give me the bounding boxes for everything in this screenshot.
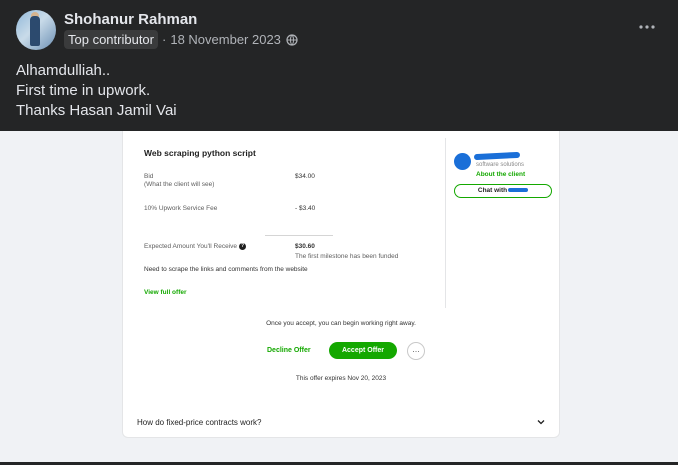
- chevron-down-icon[interactable]: [537, 418, 545, 426]
- client-avatar[interactable]: [454, 153, 471, 170]
- sidebar-divider: [445, 138, 446, 308]
- more-actions-button[interactable]: …: [407, 342, 425, 360]
- post-line: Alhamdulliah..: [16, 62, 111, 79]
- meta-separator: ·: [162, 32, 167, 47]
- more-options-icon[interactable]: [638, 18, 656, 36]
- globe-icon: [286, 33, 298, 46]
- expected-amount-row: Expected Amount You'll Receive?: [144, 243, 247, 251]
- bid-sublabel: (What the client will see): [144, 181, 215, 188]
- top-contributor-badge[interactable]: Top contributor: [64, 30, 158, 49]
- fee-label: 10% Upwork Service Fee: [144, 205, 218, 212]
- post-line: First time in upwork.: [16, 82, 151, 99]
- client-company-type: software solutions: [476, 162, 525, 168]
- start-note: Once you accept, you can begin working r…: [266, 320, 416, 327]
- view-full-offer-link[interactable]: View full offer: [144, 289, 187, 296]
- fixed-price-faq[interactable]: How do fixed-price contracts work?: [137, 418, 262, 427]
- post-text: Alhamdulliah.. First time in upwork. Tha…: [16, 61, 177, 121]
- question-icon[interactable]: ?: [239, 243, 247, 250]
- chat-with-client-button[interactable]: Chat with: [454, 184, 552, 198]
- post-date[interactable]: 18 November 2023: [170, 32, 281, 47]
- accept-offer-button[interactable]: Accept Offer: [329, 342, 397, 359]
- author-name[interactable]: Shohanur Rahman: [64, 11, 197, 28]
- redaction-scribble: [473, 151, 521, 161]
- expected-value: $30.60: [295, 243, 315, 250]
- avatar-figure-body: [30, 16, 40, 46]
- offer-expiry: This offer expires Nov 20, 2023: [295, 375, 387, 382]
- expected-label: Expected Amount You'll Receive: [144, 243, 238, 251]
- author-avatar[interactable]: [16, 10, 56, 50]
- chat-label: Chat with: [477, 187, 508, 194]
- fee-value: - $3.40: [295, 205, 316, 212]
- amount-divider: [265, 235, 333, 236]
- job-title: Web scraping python script: [144, 148, 256, 158]
- bid-value: $34.00: [295, 173, 315, 180]
- upwork-offer-card: Web scraping python script Bid (What the…: [122, 131, 560, 438]
- bid-label: Bid: [144, 173, 154, 180]
- milestone-note: The first milestone has been funded: [295, 253, 399, 260]
- post-line: Thanks Hasan Jamil Vai: [16, 102, 177, 119]
- post-meta: Top contributor · 18 November 2023: [64, 30, 298, 49]
- facebook-post-header: Shohanur Rahman Top contributor · 18 Nov…: [0, 0, 678, 131]
- redaction-scribble: [508, 188, 529, 193]
- about-client-link[interactable]: About the client: [476, 171, 525, 178]
- job-description: Need to scrape the links and comments fr…: [144, 266, 308, 273]
- decline-offer-button[interactable]: Decline Offer: [267, 347, 311, 354]
